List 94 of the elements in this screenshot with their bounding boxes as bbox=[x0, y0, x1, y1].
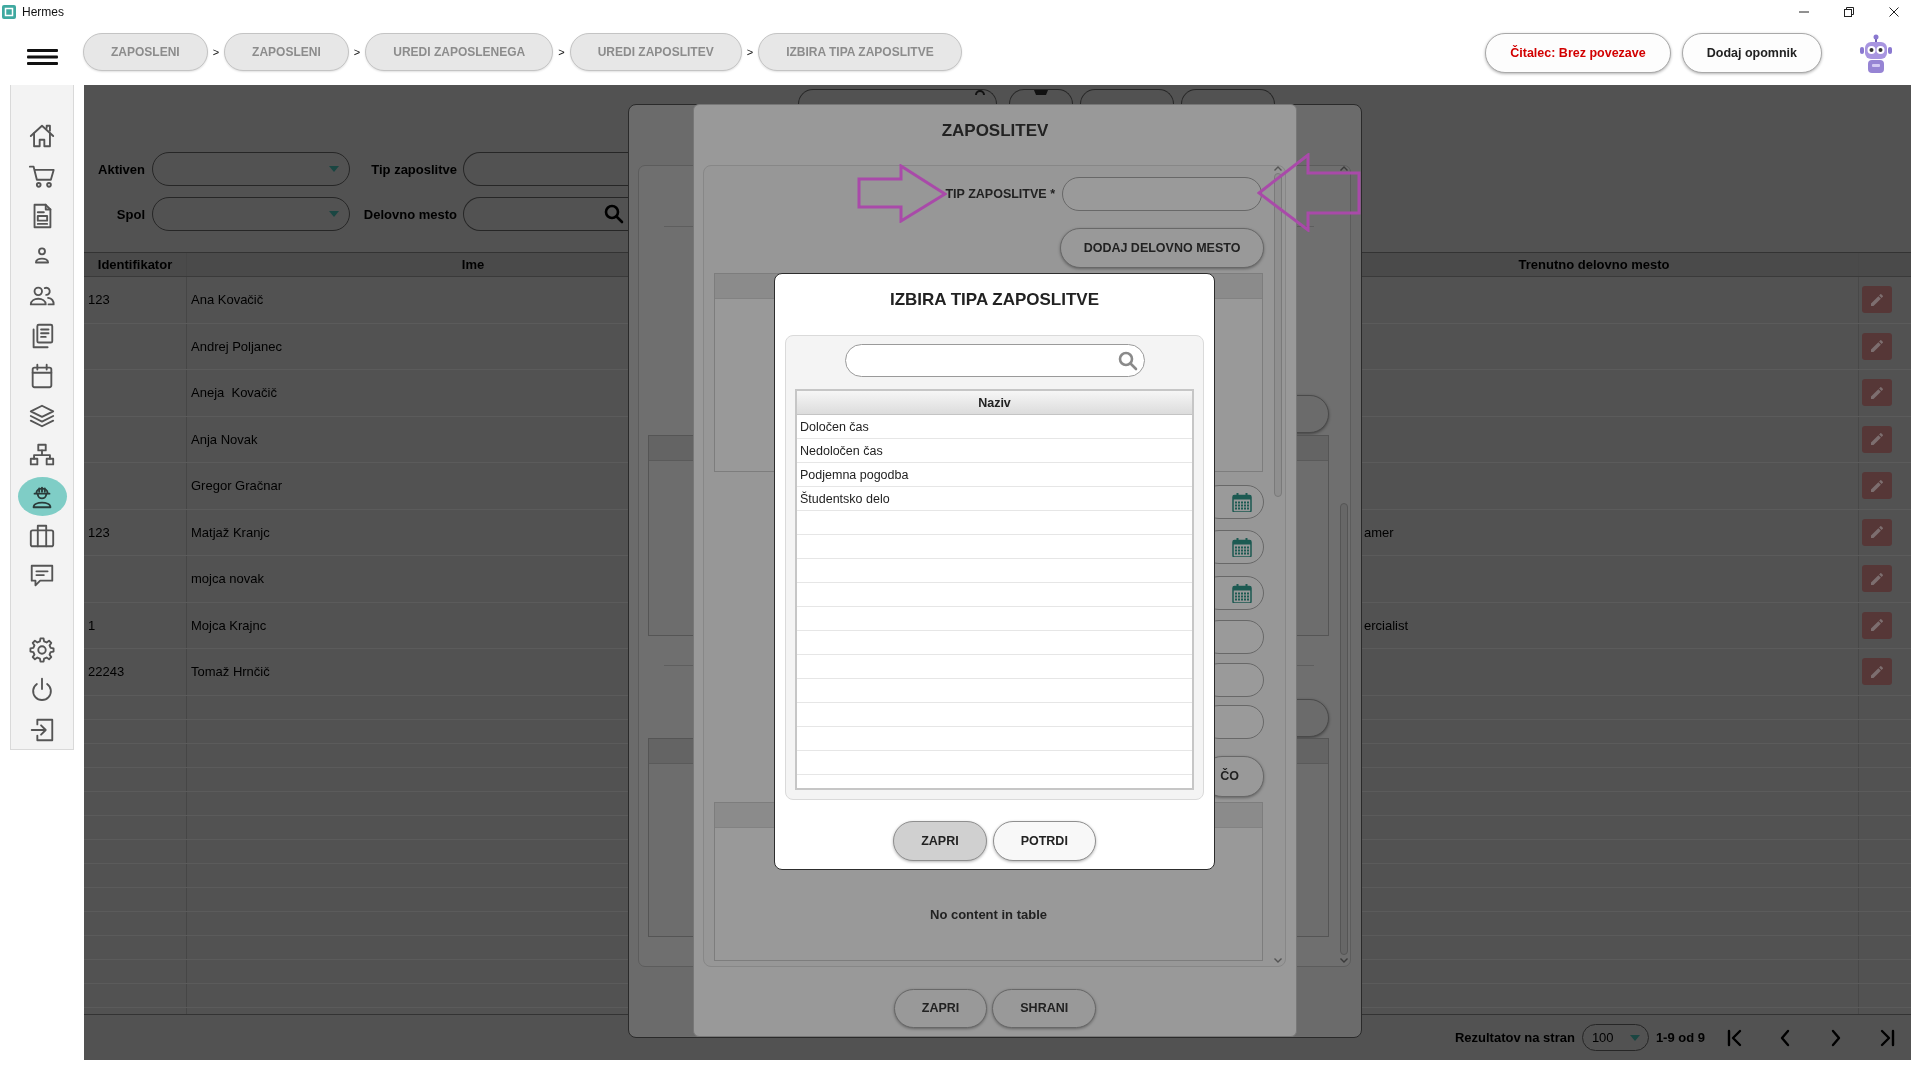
window-title: Hermes bbox=[22, 5, 64, 19]
worker-icon[interactable] bbox=[17, 476, 67, 516]
table-cell: Mojca Krajnc bbox=[191, 617, 267, 633]
scroll-down-icon[interactable] bbox=[1274, 958, 1282, 963]
filter-icon bbox=[1034, 90, 1048, 95]
table-cell: Ana Kovačič bbox=[191, 292, 264, 308]
settings-icon[interactable] bbox=[28, 636, 56, 664]
breadcrumb-separator: > bbox=[353, 46, 361, 58]
next-page-icon[interactable] bbox=[1831, 1028, 1841, 1047]
scrollbar-thumb[interactable] bbox=[1274, 173, 1282, 497]
list-row[interactable]: Določen čas bbox=[797, 415, 1192, 439]
field-label: TIP ZAPOSLITVE * bbox=[945, 187, 1055, 201]
scroll-down-icon[interactable] bbox=[1339, 958, 1348, 963]
filter-label: Delovno mesto bbox=[363, 206, 457, 222]
restore-icon[interactable] bbox=[1844, 7, 1854, 17]
dialog-title: IZBIRA TIPA ZAPOSLITVE bbox=[889, 290, 1099, 310]
table-cell: Gregor Gračnar bbox=[191, 478, 283, 494]
save-button[interactable]: SHRANI bbox=[992, 989, 1097, 1028]
pencil-icon bbox=[1869, 384, 1885, 401]
caret-icon bbox=[329, 211, 339, 217]
edit-button[interactable] bbox=[1862, 425, 1892, 453]
edit-button[interactable] bbox=[1862, 379, 1892, 407]
pencil-icon bbox=[1869, 431, 1885, 448]
edit-button[interactable] bbox=[1862, 565, 1892, 593]
filter-label: Tip zaposlitve bbox=[371, 161, 457, 177]
search-field[interactable] bbox=[844, 344, 1145, 377]
reader-status-button[interactable]: Čitalec: Brez povezave bbox=[1485, 33, 1671, 73]
right-arrow-icon bbox=[857, 164, 947, 223]
scrollbar-thumb[interactable] bbox=[1339, 503, 1348, 955]
breadcrumb-separator: > bbox=[558, 46, 565, 58]
home-icon[interactable] bbox=[28, 122, 56, 150]
table-cell: Andrej Poljanec bbox=[191, 338, 283, 354]
column-header[interactable]: Naziv bbox=[978, 395, 1011, 410]
reminder-button[interactable]: Dodaj opomnik bbox=[1681, 33, 1822, 73]
calendar-icon[interactable] bbox=[1232, 583, 1252, 603]
pencil-icon bbox=[1869, 477, 1885, 494]
pencil-icon bbox=[1869, 524, 1885, 541]
pencil-icon bbox=[1869, 617, 1885, 634]
pencil-icon bbox=[1869, 663, 1885, 680]
table-cell: amer bbox=[1364, 524, 1394, 540]
previous-page-icon[interactable] bbox=[1780, 1028, 1790, 1047]
edit-button[interactable] bbox=[1862, 658, 1892, 686]
caret-icon bbox=[1629, 1034, 1640, 1041]
search-icon[interactable] bbox=[1117, 350, 1138, 371]
confirm-button[interactable]: POTRDI bbox=[992, 821, 1096, 861]
edit-button[interactable] bbox=[1862, 286, 1892, 314]
menu-icon[interactable] bbox=[27, 49, 58, 65]
search-icon[interactable] bbox=[604, 204, 624, 224]
pencil-icon bbox=[1869, 338, 1885, 355]
pencil-icon bbox=[1869, 291, 1885, 308]
dialog-title: ZAPOSLITEV bbox=[941, 121, 1049, 141]
list-row[interactable]: Nedoločen čas bbox=[797, 439, 1192, 463]
last-page-icon[interactable] bbox=[1879, 1028, 1895, 1047]
add-workplace-button[interactable]: DODAJ DELOVNO MESTO bbox=[1060, 228, 1264, 268]
close-icon[interactable] bbox=[1889, 7, 1899, 17]
scroll-up-icon[interactable] bbox=[1274, 166, 1282, 171]
filter-label: Aktiven bbox=[98, 161, 145, 177]
list-row[interactable]: Podjemna pogodba bbox=[797, 463, 1192, 487]
breadcrumb-separator: > bbox=[746, 46, 754, 58]
page-size-value: 100 bbox=[1591, 1030, 1614, 1045]
breadcrumb-separator: > bbox=[212, 46, 220, 58]
edit-button[interactable] bbox=[1862, 332, 1892, 360]
edit-button[interactable] bbox=[1862, 611, 1892, 639]
edit-button[interactable] bbox=[1862, 518, 1892, 546]
caret-icon bbox=[329, 166, 339, 172]
arc-icon bbox=[975, 90, 985, 95]
table-cell: 1 bbox=[88, 617, 96, 633]
edit-button[interactable] bbox=[1862, 472, 1892, 500]
pencil-icon bbox=[1869, 570, 1885, 587]
empty-table-message: No content in table bbox=[930, 907, 1047, 922]
pagination-label: Rezultatov na stran bbox=[1454, 1030, 1575, 1045]
table-cell: Aneja Kovačič bbox=[191, 385, 277, 401]
close-button[interactable]: ZAPRI bbox=[893, 821, 987, 861]
left-arrow-icon bbox=[1257, 153, 1361, 232]
first-page-icon[interactable] bbox=[1727, 1028, 1743, 1047]
calendar-icon[interactable] bbox=[1232, 492, 1252, 512]
table-cell: 123 bbox=[88, 292, 110, 308]
briefcase-icon[interactable] bbox=[28, 522, 56, 550]
calendar-icon[interactable] bbox=[1232, 537, 1252, 557]
table-cell: mojca novak bbox=[191, 571, 264, 587]
table-cell: 123 bbox=[88, 524, 110, 540]
table-cell: ercialist bbox=[1364, 617, 1409, 633]
close-button[interactable]: ZAPRI bbox=[893, 989, 988, 1028]
layers-icon[interactable] bbox=[28, 402, 56, 430]
table-cell: Anja Novak bbox=[191, 431, 258, 447]
logout-icon[interactable] bbox=[28, 716, 56, 744]
page-range: 1-9 od 9 bbox=[1655, 1030, 1705, 1045]
scroll-up-icon[interactable] bbox=[1339, 166, 1348, 171]
robot-icon[interactable] bbox=[1859, 34, 1893, 74]
table-cell: Matjaž Kranjc bbox=[191, 524, 270, 540]
table-cell: Tomaž Hrnčič bbox=[191, 664, 270, 680]
table-cell: 22243 bbox=[88, 664, 125, 680]
list-row[interactable]: Študentsko delo bbox=[797, 487, 1192, 511]
filter-label: Spol bbox=[116, 206, 145, 222]
